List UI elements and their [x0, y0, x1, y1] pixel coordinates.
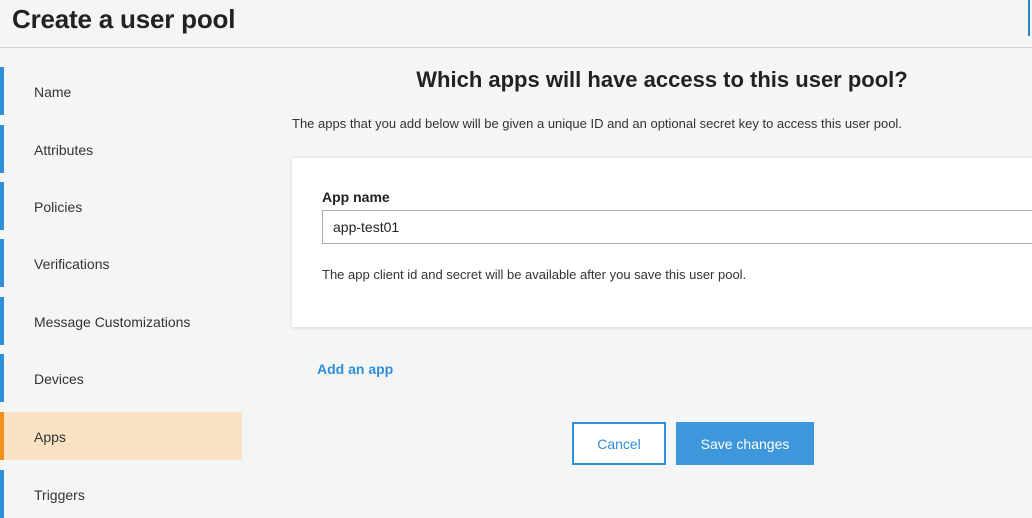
sidebar-item-label: Devices: [34, 371, 84, 387]
sidebar-item-attributes[interactable]: Attributes: [0, 125, 242, 173]
sidebar-item-devices[interactable]: Devices: [0, 354, 242, 402]
sidebar-item-label: Apps: [34, 429, 66, 445]
section-heading: Which apps will have access to this user…: [416, 67, 908, 92]
page-title: Create a user pool: [12, 4, 236, 34]
sidebar-item-label: Policies: [34, 199, 83, 215]
sidebar-item-verifications[interactable]: Verifications: [0, 239, 242, 287]
app-name-label: App name: [322, 189, 390, 205]
app-name-help-text: The app client id and secret will be ava…: [322, 267, 747, 282]
sidebar-item-apps[interactable]: Apps: [0, 412, 242, 460]
section-description: The apps that you add below will be give…: [292, 116, 902, 131]
page-header: Create a user pool: [0, 0, 1032, 48]
sidebar-item-triggers[interactable]: Triggers: [0, 470, 242, 518]
sidebar-item-label: Verifications: [34, 256, 110, 272]
sidebar-item-label: Triggers: [34, 487, 85, 503]
sidebar-item-label: Name: [34, 84, 72, 100]
sidebar-item-label: Attributes: [34, 142, 94, 158]
header-edge-divider: [1028, 0, 1030, 36]
app-name-input[interactable]: [322, 210, 1032, 244]
sidebar-item-name[interactable]: Name: [0, 67, 242, 115]
sidebar-item-message-customizations[interactable]: Message Customizations: [0, 297, 242, 345]
add-app-link[interactable]: Add an app: [317, 361, 393, 377]
cancel-button[interactable]: Cancel: [572, 422, 666, 465]
app-card: App name The app client id and secret wi…: [292, 157, 1032, 327]
save-changes-button[interactable]: Save changes: [676, 422, 814, 465]
sidebar-item-label: Message Customizations: [34, 314, 191, 330]
sidebar-item-policies[interactable]: Policies: [0, 182, 242, 230]
